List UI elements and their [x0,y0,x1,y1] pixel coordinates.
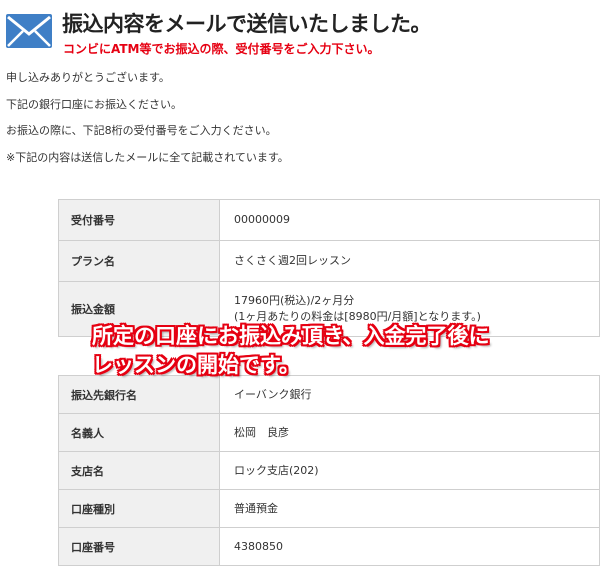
plan-value: さくさく週2回レッスン [219,240,600,282]
branch-label: 支店名 [58,451,220,490]
overlay-caption: 所定の口座にお振込み頂き、入金完了後に レッスンの開始です。 [92,322,490,380]
overlay-line: レッスンの開始です。 [92,353,300,377]
page-subtitle: コンビにATM等でお振込の際、受付番号をご入力下さい。 [63,42,380,56]
table-row: 支店名 ロック支店(202) [58,451,600,490]
branch-value: ロック支店(202) [219,451,600,490]
account-type-value: 普通預金 [219,489,600,528]
intro-line: お振込の際に、下記8桁の受付番号をご入力ください。 [6,124,277,137]
intro-line: ※下記の内容は送信したメールに全て記載されています。 [6,150,289,164]
account-number-value: 4380850 [219,527,600,566]
plan-label: プラン名 [58,240,220,282]
intro-line: 下記の銀行口座にお振込ください。 [6,97,182,111]
amount-line: 17960円(税込)/2ヶ月分 [234,294,355,307]
table-row: 振込先銀行名 イーバンク銀行 [58,375,600,414]
holder-value: 松岡 良彦 [219,413,600,452]
table-row: プラン名 さくさく週2回レッスン [58,240,600,282]
bank-info-table: 振込先銀行名 イーバンク銀行 名義人 松岡 良彦 支店名 ロック支店(202) … [58,375,600,566]
page-title: 振込内容をメールで送信いたしました。 [62,12,432,36]
bank-name-label: 振込先銀行名 [58,375,220,414]
bank-name-value: イーバンク銀行 [219,375,600,414]
table-row: 受付番号 00000009 [58,199,600,241]
page-header: 振込内容をメールで送信いたしました。 コンビにATM等でお振込の際、受付番号をご… [0,0,614,62]
account-type-label: 口座種別 [58,489,220,528]
overlay-line: 所定の口座にお振込み頂き、入金完了後に [92,324,490,348]
table-row: 口座種別 普通預金 [58,489,600,528]
envelope-icon [6,14,52,48]
reception-number-label: 受付番号 [58,199,220,241]
reception-number-value: 00000009 [219,199,600,241]
account-number-label: 口座番号 [58,527,220,566]
table-row: 口座番号 4380850 [58,527,600,566]
intro-text: 申し込みありがとうございます。 下記の銀行口座にお振込ください。 お振込の際に、… [6,69,289,175]
order-info-table: 受付番号 00000009 プラン名 さくさく週2回レッスン 振込金額 1796… [58,199,600,337]
holder-label: 名義人 [58,413,220,452]
intro-line: 申し込みありがとうございます。 [6,71,170,84]
table-row: 名義人 松岡 良彦 [58,413,600,452]
